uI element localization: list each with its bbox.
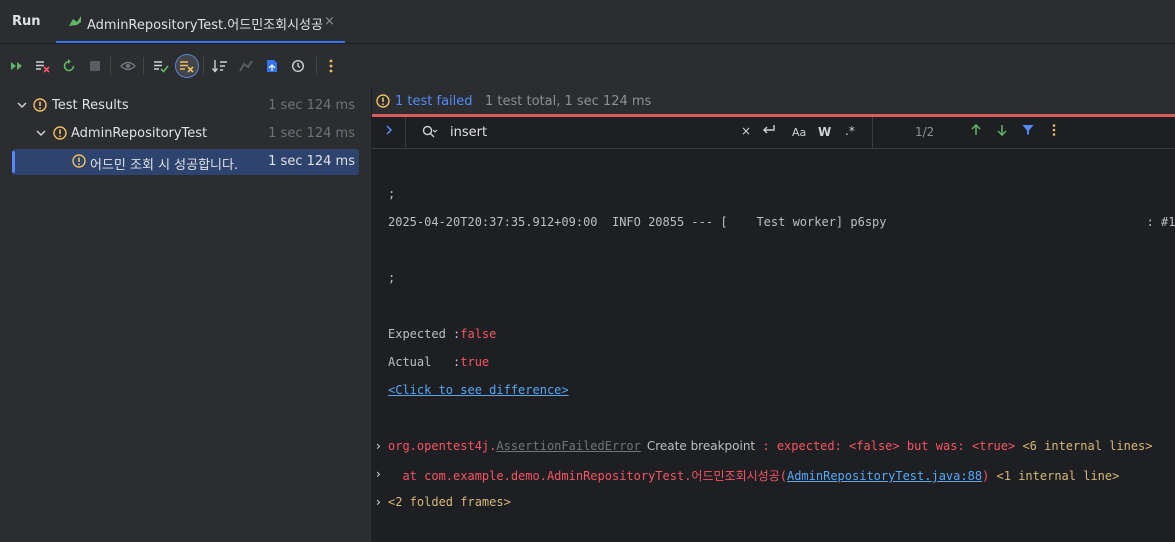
search-input[interactable] <box>450 122 730 142</box>
show-failed-icon[interactable] <box>175 54 199 78</box>
failed-count-link[interactable]: 1 test failed <box>395 94 473 109</box>
chevron-right-icon[interactable] <box>384 124 394 140</box>
tree-item-label: 어드민 조회 시 성공합니다. <box>90 158 239 173</box>
run-toolbar <box>0 44 1175 88</box>
clear-search-icon[interactable]: × <box>741 124 751 138</box>
toggle-auto-test-icon[interactable] <box>58 55 80 77</box>
warning-icon <box>33 98 47 116</box>
stack-frame-line: at com.example.demo.AdminRepositoryTest.… <box>388 467 1119 484</box>
actual-label: Actual : <box>388 355 461 369</box>
folded-frames-fold[interactable]: <2 folded frames> <box>388 495 511 509</box>
match-case-button[interactable]: Aa <box>792 126 806 139</box>
rerun-failed-icon[interactable] <box>32 55 54 77</box>
expected-label: Expected : <box>388 327 461 341</box>
arrow-up-icon[interactable] <box>970 123 982 139</box>
exception-class-link[interactable]: AssertionFailedError <box>496 439 641 453</box>
divider <box>872 117 873 148</box>
internal-line-fold[interactable]: <1 internal line> <box>989 469 1120 483</box>
fold-chevron-icon[interactable]: › <box>376 439 381 453</box>
stop-icon <box>84 55 106 77</box>
console-log-line: 2025-04-20T20:37:35.912+09:00 INFO 20855… <box>388 215 1175 229</box>
run-title: Run <box>12 14 41 29</box>
chevron-down-icon[interactable] <box>16 99 28 115</box>
folded-frames-line: <2 folded frames> <box>388 495 511 509</box>
more-icon[interactable] <box>320 55 342 77</box>
history-icon[interactable] <box>287 55 309 77</box>
toolbar-separator <box>203 57 204 75</box>
match-count: 1/2 <box>915 125 935 139</box>
console-line: ; <box>388 187 396 201</box>
more-icon[interactable] <box>1052 124 1056 139</box>
filter-icon[interactable] <box>1022 124 1034 139</box>
arrow-down-icon[interactable] <box>996 124 1008 139</box>
tab-active-indicator <box>56 41 345 43</box>
fold-chevron-icon[interactable]: › <box>376 467 381 481</box>
console-line: ; <box>388 271 396 285</box>
actual-line: Actual :true <box>388 355 489 369</box>
regex-button[interactable]: .* <box>845 124 855 138</box>
exception-message: : expected: <false> but was: <true> <box>755 439 1023 453</box>
tree-item-time: 1 sec 124 ms <box>268 126 355 141</box>
find-bar: × Aa W .* 1/2 <box>372 117 1175 149</box>
fold-chevron-icon[interactable]: › <box>376 495 381 509</box>
toolbar-separator <box>316 57 317 75</box>
stack-frame-prefix: at com.example.demo.AdminRepositoryTest.… <box>388 469 787 483</box>
test-summary: 1 test total, 1 sec 124 ms <box>485 94 652 109</box>
exception-package: org.opentest4j. <box>388 439 497 453</box>
test-tree: Test Results 1 sec 124 ms AdminRepositor… <box>0 88 372 542</box>
warning-icon <box>72 154 86 172</box>
actual-value: true <box>460 355 490 369</box>
search-icon[interactable] <box>422 125 438 143</box>
test-run-icon <box>68 14 82 32</box>
warning-icon <box>376 94 390 112</box>
source-location-link[interactable]: AdminRepositoryTest.java:88 <box>787 469 982 483</box>
tab-label: AdminRepositoryTest.어드민조회시성공 <box>87 18 323 33</box>
tab-close-icon[interactable]: × <box>324 14 335 29</box>
tool-window-header: Run AdminRepositoryTest.어드민조회시성공 × <box>0 0 1175 44</box>
internal-lines-fold[interactable]: <6 internal lines> <box>1022 439 1152 453</box>
diff-line: <Click to see difference> <box>388 383 569 397</box>
words-button[interactable]: W <box>818 125 831 139</box>
rerun-icon[interactable] <box>6 55 28 77</box>
export-tests-icon[interactable] <box>261 55 283 77</box>
tree-item-admin-repository-test[interactable]: AdminRepositoryTest 1 sec 124 ms <box>0 121 371 147</box>
chevron-down-icon[interactable] <box>35 127 47 143</box>
warning-icon <box>53 126 67 144</box>
sort-icon[interactable] <box>209 55 231 77</box>
show-passed-icon[interactable] <box>117 55 139 77</box>
create-breakpoint-link[interactable]: Create breakpoint <box>647 439 755 453</box>
tab-run-config[interactable]: AdminRepositoryTest.어드민조회시성공 × <box>56 0 345 43</box>
console-output: ; 2025-04-20T20:37:35.912+09:00 INFO 208… <box>372 149 1175 542</box>
expected-line: Expected :false <box>388 327 496 341</box>
exception-line: org.opentest4j.AssertionFailedError Creat… <box>388 439 1153 453</box>
tree-item-time: 1 sec 124 ms <box>268 98 355 113</box>
toolbar-separator <box>110 57 111 75</box>
tree-item-test-results[interactable]: Test Results 1 sec 124 ms <box>0 93 371 119</box>
divider <box>405 117 406 148</box>
toolbar-separator <box>143 57 144 75</box>
tree-item-label: AdminRepositoryTest <box>71 126 208 141</box>
click-to-see-difference-link[interactable]: <Click to see difference> <box>388 383 569 397</box>
expected-value: false <box>460 327 497 341</box>
test-status-bar: 1 test failed 1 test total, 1 sec 124 ms <box>372 88 1175 117</box>
tree-item-label: Test Results <box>52 98 129 113</box>
console-panel: 1 test failed 1 test total, 1 sec 124 ms… <box>372 88 1175 542</box>
import-tests-icon <box>235 55 257 77</box>
new-line-icon[interactable] <box>762 124 776 139</box>
tree-item-test-method[interactable]: 어드민 조회 시 성공합니다. 1 sec 124 ms <box>12 149 359 175</box>
tree-item-time: 1 sec 124 ms <box>268 154 355 169</box>
show-ignored-icon[interactable] <box>150 55 172 77</box>
